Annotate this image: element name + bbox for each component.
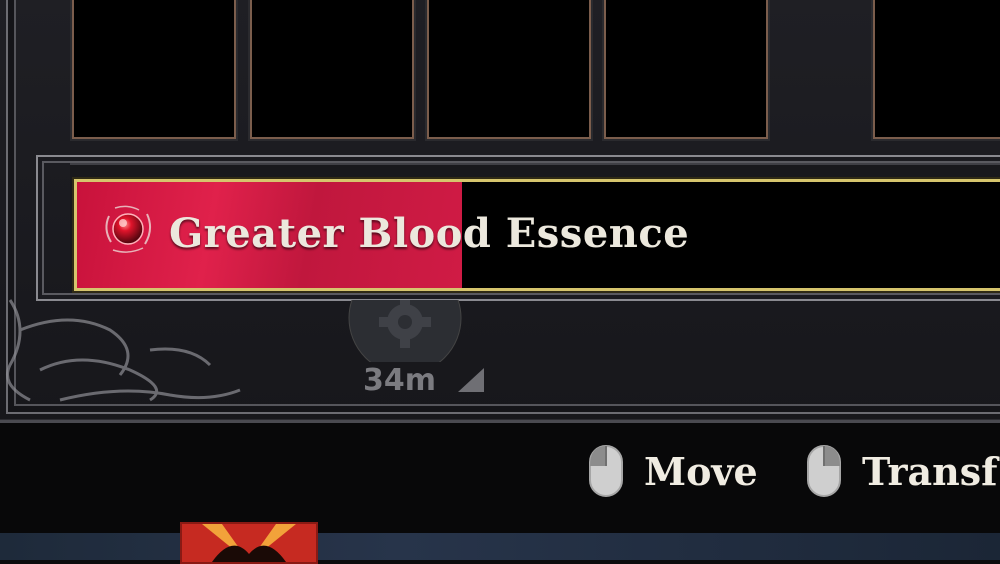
- inventory-slot[interactable]: [72, 0, 236, 139]
- mouse-right-icon: [807, 445, 841, 497]
- hint-transfer[interactable]: Transf: [806, 443, 998, 499]
- bat-wings-icon: [202, 524, 296, 562]
- selected-item-bar[interactable]: Greater Blood Essence: [74, 179, 1000, 291]
- mouse-left-icon: [589, 445, 623, 497]
- corner-arrow-icon: [458, 368, 484, 392]
- inventory-slot[interactable]: [604, 0, 768, 139]
- ability-portrait[interactable]: [180, 522, 318, 564]
- blood-orb-icon: [105, 205, 151, 253]
- decorative-filigree: [6, 299, 241, 402]
- hud-strip: [0, 533, 1000, 560]
- hint-label: Move: [644, 448, 758, 494]
- inventory-slot[interactable]: [250, 0, 414, 139]
- item-name: Greater Blood Essence: [169, 210, 690, 257]
- inventory-slot[interactable]: [873, 0, 1000, 139]
- inventory-slot[interactable]: [427, 0, 591, 139]
- inventory-panel: Greater Blood Essence 34m: [0, 0, 1000, 423]
- time-remaining: 34m: [363, 363, 437, 398]
- gear-icon: [348, 300, 462, 362]
- hint-label: Transf: [862, 448, 998, 494]
- hint-move[interactable]: Move: [588, 443, 758, 499]
